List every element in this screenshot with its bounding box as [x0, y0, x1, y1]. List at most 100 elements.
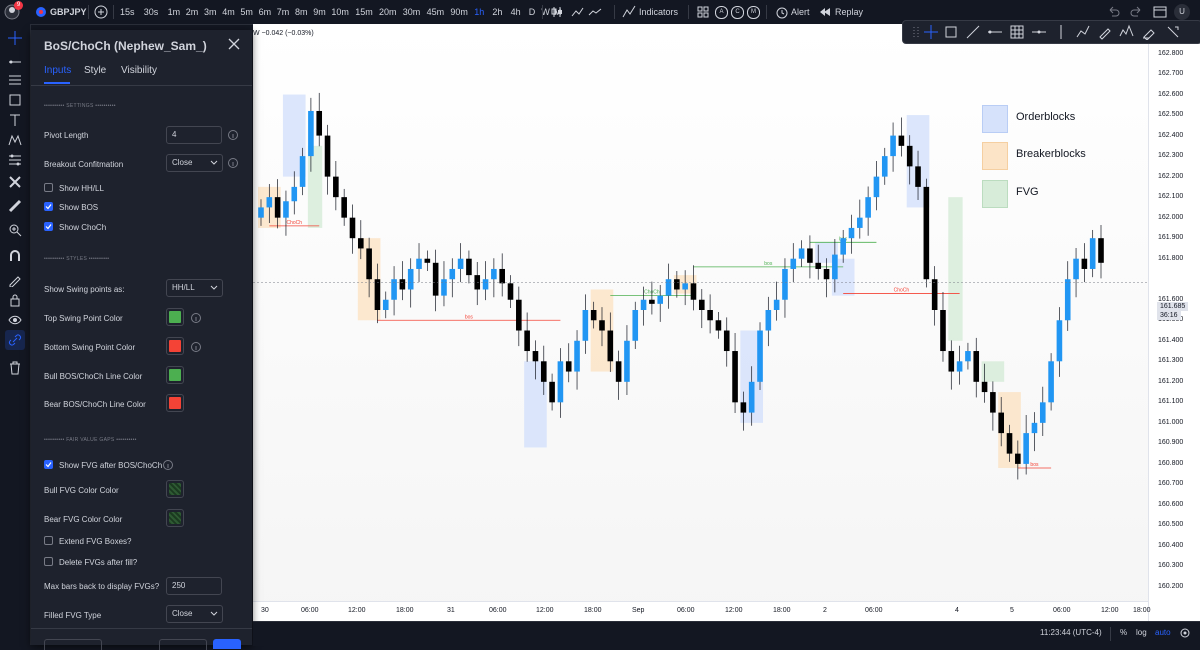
brush-icon[interactable]	[1097, 24, 1113, 40]
timeframe-2h[interactable]: 2h	[492, 0, 502, 24]
fib-tool[interactable]	[5, 70, 25, 90]
account-button[interactable]: U	[1174, 4, 1190, 20]
timeframe-15s[interactable]: 15s	[120, 0, 135, 24]
zoom-tool[interactable]	[5, 220, 25, 240]
clock-readout[interactable]: 11:23:44 (UTC-4)	[1040, 628, 1102, 637]
show-choch-checkbox[interactable]	[44, 222, 53, 231]
timeframe-5m[interactable]: 5m	[240, 0, 253, 24]
info-icon[interactable]	[228, 158, 238, 168]
info-icon[interactable]	[228, 130, 238, 140]
delete-fvg-checkbox[interactable]	[44, 557, 53, 566]
timeframe-10m[interactable]: 10m	[331, 0, 349, 24]
compare-plus-icon[interactable]	[588, 5, 602, 19]
replay-icon[interactable]	[820, 6, 832, 18]
trendline-tool[interactable]	[5, 52, 25, 72]
hide-tool[interactable]	[5, 310, 25, 330]
auto-toggle[interactable]: auto	[1155, 628, 1171, 637]
alert-button[interactable]: Alert	[791, 0, 810, 24]
show-fvg-checkbox[interactable]	[44, 460, 53, 469]
timeframe-D[interactable]: D	[529, 0, 536, 24]
bear-fvg-color-swatch[interactable]	[166, 509, 184, 527]
timeframe-9m[interactable]: 9m	[313, 0, 326, 24]
timeframe-7m[interactable]: 7m	[277, 0, 290, 24]
timeframe-45m[interactable]: 45m	[427, 0, 445, 24]
info-icon[interactable]	[191, 342, 201, 352]
timeframe-90m[interactable]: 90m	[450, 0, 468, 24]
pivot-length-input[interactable]: 4	[166, 126, 222, 144]
vertical-line-icon[interactable]	[1053, 24, 1069, 40]
timeframe-4m[interactable]: 4m	[222, 0, 235, 24]
timeframe-4h[interactable]: 4h	[511, 0, 521, 24]
notification-badge[interactable]: 9	[14, 1, 23, 10]
timeframe-8m[interactable]: 8m	[295, 0, 308, 24]
bottom-swing-color-swatch[interactable]	[166, 337, 184, 355]
add-symbol-icon[interactable]	[94, 5, 108, 19]
filled-type-select[interactable]: Close	[166, 605, 223, 623]
timeframe-1h[interactable]: 1h	[474, 0, 484, 24]
tab-inputs[interactable]: Inputs	[44, 65, 71, 76]
wave-icon[interactable]	[1119, 24, 1135, 40]
path-icon[interactable]	[1075, 24, 1091, 40]
settings-gear-icon[interactable]	[1179, 627, 1191, 639]
extend-fvg-checkbox[interactable]	[44, 536, 53, 545]
layout-a-button[interactable]: A	[715, 6, 728, 19]
layout-c-button[interactable]: C	[731, 6, 744, 19]
timeframe-3m[interactable]: 3m	[204, 0, 217, 24]
timeframe-15m[interactable]: 15m	[355, 0, 373, 24]
crosshair-tool[interactable]	[5, 28, 25, 48]
prediction-tool[interactable]	[5, 150, 25, 170]
info-icon[interactable]	[163, 460, 173, 470]
tab-style[interactable]: Style	[84, 65, 106, 76]
highlighter-icon[interactable]	[1141, 24, 1157, 40]
price-axis[interactable]: 162.900162.800162.700162.600162.500162.4…	[1148, 24, 1200, 621]
magnet-tool[interactable]	[5, 246, 25, 266]
indicators-icon[interactable]	[622, 5, 636, 19]
table-icon[interactable]	[1009, 24, 1025, 40]
tab-visibility[interactable]: Visibility	[121, 65, 157, 76]
alert-clock-icon[interactable]	[775, 5, 789, 19]
ruler-tool[interactable]	[5, 196, 25, 216]
timeframe-30s[interactable]: 30s	[144, 0, 159, 24]
layout-m-button[interactable]: M	[747, 6, 760, 19]
text-tool[interactable]	[5, 110, 25, 130]
timeframe-6m[interactable]: 6m	[259, 0, 272, 24]
log-toggle[interactable]: log	[1136, 628, 1147, 637]
pattern-tool[interactable]	[5, 130, 25, 150]
symbol-name[interactable]: GBPJPY	[50, 0, 87, 24]
layout-grid-icon[interactable]	[697, 6, 709, 18]
time-axis[interactable]: 30 06:00 12:00 18:00 31 06:00 12:00 18:00 Sep 06:…	[253, 601, 1151, 622]
shape-tool[interactable]	[5, 90, 25, 110]
remove-drawings-tool[interactable]	[5, 172, 25, 192]
timeframe-2m[interactable]: 2m	[186, 0, 199, 24]
compare-icon[interactable]	[570, 5, 584, 19]
bear-line-color-swatch[interactable]	[166, 394, 184, 412]
lock-tool[interactable]	[5, 290, 25, 310]
rectangle-icon[interactable]	[943, 24, 959, 40]
bull-fvg-color-swatch[interactable]	[166, 480, 184, 498]
breakout-select[interactable]: Close	[166, 154, 223, 172]
horizontal-ray-icon[interactable]	[987, 24, 1003, 40]
chart-pane[interactable]: W −0.042 (−0.03%) ChoChbosChoChbosbosCho…	[253, 24, 1148, 621]
layout-window-icon[interactable]	[1153, 5, 1167, 19]
timeframe-1m[interactable]: 1m	[168, 0, 181, 24]
timeframe-20m[interactable]: 20m	[379, 0, 397, 24]
info-icon[interactable]	[191, 313, 201, 323]
max-bars-input[interactable]: 250	[166, 577, 222, 595]
horizontal-line-icon[interactable]	[1031, 24, 1047, 40]
trash-tool[interactable]	[5, 358, 25, 378]
swing-points-select[interactable]: HH/LL	[166, 279, 223, 297]
trendline-icon[interactable]	[965, 24, 981, 40]
percent-toggle[interactable]: %	[1120, 628, 1127, 637]
top-swing-color-swatch[interactable]	[166, 308, 184, 326]
crosshair-icon[interactable]	[923, 24, 939, 40]
timeframe-30m[interactable]: 30m	[403, 0, 421, 24]
stay-drawing-tool[interactable]	[5, 270, 25, 290]
undo-icon[interactable]	[1106, 5, 1120, 19]
replay-button[interactable]: Replay	[835, 0, 863, 24]
candle-style-icon[interactable]	[550, 5, 564, 19]
redo-icon[interactable]	[1130, 5, 1144, 19]
sync-drawings-tool[interactable]	[5, 330, 25, 350]
bull-line-color-swatch[interactable]	[166, 366, 184, 384]
ok-button[interactable]	[213, 639, 241, 649]
chart-plot[interactable]: ChoChbosChoChbosbosChoChbos	[253, 24, 1148, 601]
